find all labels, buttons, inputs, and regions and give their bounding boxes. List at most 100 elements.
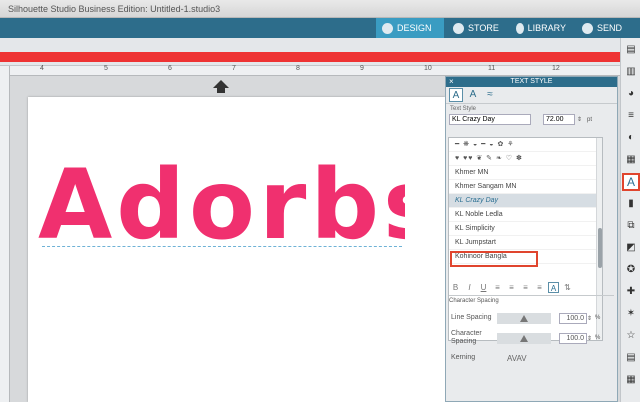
align-left-icon[interactable]: ≡ (492, 282, 503, 293)
slider-knob[interactable] (520, 314, 528, 322)
underline-button[interactable]: U (478, 282, 489, 293)
store-icon (453, 22, 464, 34)
line-spacing-slider[interactable] (497, 312, 551, 324)
font-list-scrollbar[interactable] (596, 138, 602, 340)
ruler-number: 5 (104, 65, 108, 72)
char-spacing-row: Character Spacing 100.0 ⇕ % (451, 330, 611, 345)
scroll-thumb[interactable] (598, 228, 602, 268)
design-icon (382, 22, 393, 34)
send-icon (582, 22, 593, 34)
font-preview-dingbats-2[interactable]: ♥ ♥♥ ❦ ✎ ❧ ♡ ✽ (449, 152, 602, 166)
font-item[interactable]: KL Noble Ledla (449, 208, 602, 222)
modify-icon[interactable]: ◩ (625, 242, 637, 254)
stepper-icon[interactable]: ⇕ (587, 335, 592, 342)
right-toolbar: ▤ ▥ ◕ ≡ ◐ ▦ A ▮ ⧉ ◩ ✪ ✚ ✶ ☆ ▤ ▦ (620, 38, 640, 402)
align-justify-icon[interactable]: ≡ (534, 282, 545, 293)
ruler-number: 7 (232, 65, 236, 72)
star-icon[interactable]: ☆ (625, 330, 637, 342)
vertical-ruler (0, 66, 10, 402)
font-row: KL Crazy Day 72.00 ⇕ pt (446, 114, 617, 125)
horizontal-ruler: 4 5 6 7 8 9 10 11 12 (10, 65, 620, 76)
ruler-number: 11 (488, 65, 496, 72)
library-tab[interactable]: LIBRARY (510, 18, 572, 38)
stepper-icon[interactable]: ⇕ (587, 315, 592, 322)
send-tab[interactable]: SEND (576, 18, 640, 38)
fill-icon[interactable]: ◕ (625, 88, 637, 100)
shadow-icon[interactable]: ▦ (625, 154, 637, 166)
window-title: Silhouette Studio Business Edition: Unti… (0, 0, 640, 18)
font-name-field[interactable]: KL Crazy Day (449, 114, 531, 125)
trace-icon[interactable]: ✚ (625, 286, 637, 298)
size-unit: pt (587, 116, 593, 123)
design-tab[interactable]: DESIGN (376, 18, 444, 38)
store-label: STORE (468, 23, 499, 33)
text-style-button[interactable]: A (622, 173, 640, 191)
char-spacing-label: Character Spacing (451, 330, 482, 345)
registration-bar (0, 52, 640, 62)
bold-button[interactable]: B (450, 282, 461, 293)
baseline-guide (42, 246, 402, 247)
library-label: LIBRARY (527, 23, 566, 33)
ruler-number: 12 (552, 65, 560, 72)
font-item[interactable]: KL Simplicity (449, 222, 602, 236)
panel-title: TEXT STYLE (510, 78, 553, 85)
ruler-number: 9 (360, 65, 364, 72)
panel-tabs: A A ≈ (446, 87, 617, 104)
page-area[interactable] (28, 97, 445, 402)
char-spacing-value[interactable]: 100.0 (559, 332, 587, 344)
transparency-icon[interactable]: ◐ (625, 132, 637, 144)
text-warp-tab-icon[interactable]: ≈ (483, 88, 497, 102)
ruler-number: 4 (40, 65, 44, 72)
ruler-number: 6 (168, 65, 172, 72)
font-size-field[interactable]: 72.00 (543, 114, 575, 125)
ruler-number: 8 (296, 65, 300, 72)
line-spacing-label: Line Spacing (451, 314, 492, 321)
percent-unit: % (595, 335, 601, 341)
kerning-button[interactable]: AVAV (507, 354, 527, 363)
stepper-icon[interactable]: ⇕ (577, 116, 582, 123)
text-style-icon: A (626, 175, 635, 189)
align-icon[interactable]: ▮ (625, 198, 637, 210)
offset-icon[interactable]: ✪ (625, 264, 637, 276)
library-panel-icon[interactable]: ▦ (625, 374, 637, 386)
align-center-icon[interactable]: ≡ (506, 282, 517, 293)
format-row: B I U ≡ ≡ ≡ ≡ A ⇅ (450, 280, 610, 294)
replicate-icon[interactable]: ⧉ (625, 220, 637, 232)
canvas-text[interactable]: Adorbs (30, 148, 405, 248)
line-style-icon[interactable]: ≡ (625, 110, 637, 122)
text-path-tab-icon[interactable]: A (466, 88, 480, 102)
text-vertical-icon[interactable]: ⇅ (562, 282, 573, 293)
ruler-number: 10 (424, 65, 432, 72)
text-fit-icon[interactable]: A (548, 281, 559, 293)
page-icon[interactable]: ▥ (625, 66, 637, 78)
highlight-box (450, 251, 538, 267)
page-arrow-icon (213, 80, 229, 88)
text-style-panel: × TEXT STYLE A A ≈ Text Style KL Crazy D… (445, 76, 618, 402)
line-spacing-value[interactable]: 100.0 (559, 312, 587, 324)
character-spacing-header: Character Spacing (449, 295, 614, 304)
text-style-tab-icon[interactable]: A (449, 88, 463, 102)
line-spacing-row: Line Spacing 100.0 ⇕ % (451, 311, 611, 325)
design-label: DESIGN (397, 23, 432, 33)
section-label: Text Style (450, 106, 477, 112)
library-icon (516, 22, 524, 34)
sketch-icon[interactable]: ✶ (625, 308, 637, 320)
page-setup-icon[interactable]: ▤ (625, 44, 637, 56)
slider-knob[interactable] (520, 334, 528, 342)
store-tab[interactable]: STORE (447, 18, 507, 38)
top-navigation: DESIGN STORE LIBRARY SEND (0, 18, 640, 38)
layers-icon[interactable]: ▤ (625, 352, 637, 364)
align-right-icon[interactable]: ≡ (520, 282, 531, 293)
char-spacing-slider[interactable] (497, 332, 551, 344)
send-label: SEND (597, 23, 623, 33)
adorbs-text: Adorbs (38, 149, 405, 248)
page-arrow-stem (217, 88, 225, 93)
font-item-selected[interactable]: KL Crazy Day (449, 194, 602, 208)
panel-header: × TEXT STYLE (446, 77, 617, 87)
font-preview-dingbats-1[interactable]: ━ ❋ ◒ ━ ◒ ✿ ⚘ (449, 138, 602, 152)
font-item[interactable]: KL Jumpstart (449, 236, 602, 250)
italic-button[interactable]: I (464, 282, 475, 293)
close-icon[interactable]: × (449, 77, 454, 87)
font-item[interactable]: Khmer MN (449, 166, 602, 180)
font-item[interactable]: Khmer Sangam MN (449, 180, 602, 194)
